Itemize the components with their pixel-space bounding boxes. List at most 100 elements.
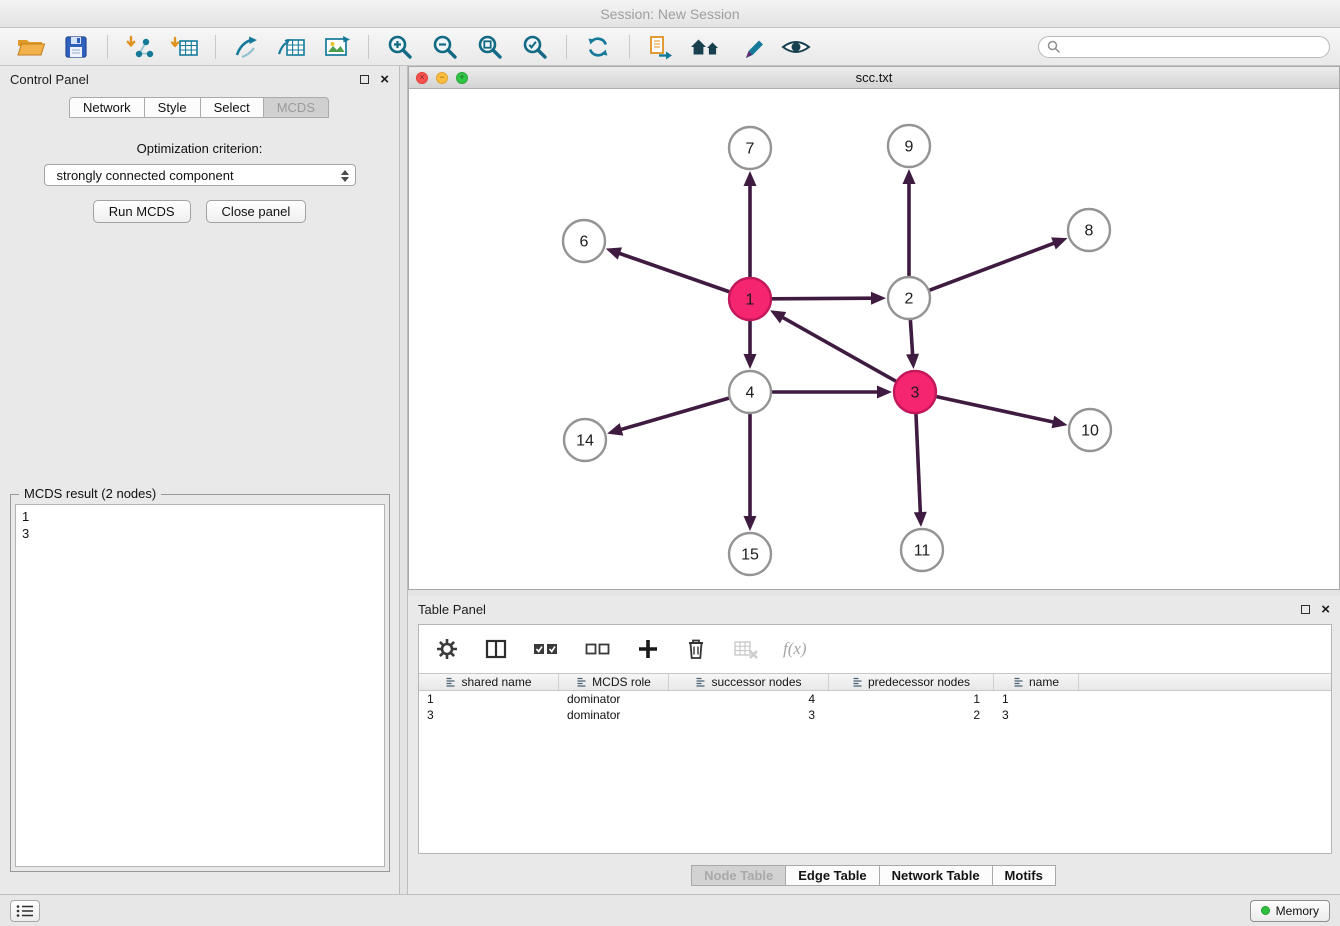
open-session-button[interactable] <box>10 31 52 63</box>
column-header-shared-name[interactable]: shared name <box>419 674 559 690</box>
edge-1-7[interactable] <box>744 171 757 277</box>
edge-3-1[interactable] <box>770 310 896 381</box>
select-all-button[interactable] <box>531 633 561 665</box>
zoom-selected-button[interactable] <box>514 31 556 63</box>
zoom-out-button[interactable] <box>424 31 466 63</box>
toolbar-separator <box>629 35 630 59</box>
unselect-all-icon <box>585 639 611 659</box>
style-brush-button[interactable] <box>730 31 772 63</box>
node-4[interactable]: 4 <box>729 371 771 413</box>
control-panel-title: Control Panel <box>10 72 89 87</box>
zoom-fit-button[interactable] <box>469 31 511 63</box>
delete-column-button[interactable] <box>683 633 709 665</box>
add-column-button[interactable] <box>635 633 661 665</box>
tab-style[interactable]: Style <box>144 97 201 118</box>
export-image-button[interactable] <box>316 31 358 63</box>
function-builder-button[interactable]: f(x) <box>783 639 807 659</box>
table-cell: 3 <box>669 707 829 723</box>
close-window-icon[interactable]: × <box>416 72 428 84</box>
select-all-icon <box>533 639 559 659</box>
close-panel-icon[interactable]: × <box>380 72 389 87</box>
tab-mcds[interactable]: MCDS <box>263 97 329 118</box>
column-header-label: MCDS role <box>592 675 651 689</box>
edge-4-15[interactable] <box>744 414 757 531</box>
node-9[interactable]: 9 <box>888 125 930 167</box>
tab-network[interactable]: Network <box>69 97 145 118</box>
network-window-title: scc.txt <box>856 70 893 85</box>
show-columns-button[interactable] <box>483 633 509 665</box>
table-row[interactable]: 1dominator411 <box>419 691 1331 707</box>
network-canvas[interactable]: 7 9 6 8 1 2 4 3 14 10 15 11 <box>409 89 1339 589</box>
search-input[interactable] <box>1066 40 1321 54</box>
node-15[interactable]: 15 <box>729 533 771 575</box>
column-header-name[interactable]: name <box>994 674 1079 690</box>
node-8[interactable]: 8 <box>1068 209 1110 251</box>
import-network-button[interactable] <box>118 31 160 63</box>
close-panel-button[interactable]: Close panel <box>206 200 307 223</box>
edge-3-11[interactable] <box>914 414 927 527</box>
node-14[interactable]: 14 <box>564 419 606 461</box>
float-panel-icon[interactable] <box>1301 605 1310 614</box>
edge-2-8[interactable] <box>930 237 1068 290</box>
minimize-window-icon[interactable]: − <box>436 72 448 84</box>
edge-1-2[interactable] <box>772 292 886 305</box>
float-panel-icon[interactable] <box>360 75 369 84</box>
brush-icon <box>738 34 764 60</box>
node-3[interactable]: 3 <box>894 371 936 413</box>
control-panel-header: Control Panel × <box>0 66 399 92</box>
tab-select[interactable]: Select <box>200 97 264 118</box>
table-cell: 1 <box>829 691 994 707</box>
save-session-button[interactable] <box>55 31 97 63</box>
column-header-label: predecessor nodes <box>868 675 970 689</box>
node-7[interactable]: 7 <box>729 127 771 169</box>
zoom-in-button[interactable] <box>379 31 421 63</box>
table-cell: dominator <box>559 691 669 707</box>
zoom-window-icon[interactable]: + <box>456 72 468 84</box>
network-overview-button[interactable] <box>685 31 727 63</box>
memory-button[interactable]: Memory <box>1250 900 1330 922</box>
export-table-button[interactable] <box>271 31 313 63</box>
tab-edge-table[interactable]: Edge Table <box>785 865 879 886</box>
tab-network-table[interactable]: Network Table <box>879 865 993 886</box>
tab-motifs[interactable]: Motifs <box>992 865 1056 886</box>
edge-1-4[interactable] <box>744 321 757 369</box>
tab-node-table[interactable]: Node Table <box>691 865 786 886</box>
edge-4-3[interactable] <box>772 386 892 399</box>
node-11[interactable]: 11 <box>901 529 943 571</box>
search-box[interactable] <box>1038 36 1330 58</box>
edge-1-6[interactable] <box>606 247 730 291</box>
column-header-successor-nodes[interactable]: successor nodes <box>669 674 829 690</box>
edge-2-9[interactable] <box>903 169 916 276</box>
node-1[interactable]: 1 <box>729 278 771 320</box>
vertical-splitter[interactable] <box>400 66 408 894</box>
network-window-titlebar[interactable]: × − + scc.txt <box>409 67 1339 89</box>
select-stepper-icon <box>338 167 352 185</box>
table-mode-button[interactable] <box>433 633 461 665</box>
unselect-all-button[interactable] <box>583 633 613 665</box>
column-header-label: successor nodes <box>711 675 801 689</box>
refresh-view-button[interactable] <box>577 31 619 63</box>
import-table-button[interactable] <box>163 31 205 63</box>
mcds-result-list[interactable]: 13 <box>15 504 385 867</box>
column-header-MCDS-role[interactable]: MCDS role <box>559 674 669 690</box>
node-label: 15 <box>741 547 759 564</box>
task-history-button[interactable] <box>10 900 40 922</box>
run-mcds-button[interactable]: Run MCDS <box>93 200 191 223</box>
edge-4-14[interactable] <box>607 398 729 435</box>
node-10[interactable]: 10 <box>1069 409 1111 451</box>
edge-2-3[interactable] <box>906 320 919 369</box>
edge-3-10[interactable] <box>936 397 1067 429</box>
control-panel: Control Panel × NetworkStyleSelectMCDS O… <box>0 66 400 894</box>
delete-table-button <box>731 633 761 665</box>
network-view-window: × − + scc.txt 7 9 6 8 1 2 4 3 14 10 15 11 <box>408 66 1340 590</box>
network-graph[interactable]: 7 9 6 8 1 2 4 3 14 10 15 11 <box>409 89 1339 589</box>
node-6[interactable]: 6 <box>563 220 605 262</box>
toggle-details-button[interactable] <box>775 31 817 63</box>
node-2[interactable]: 2 <box>888 277 930 319</box>
table-row[interactable]: 3dominator323 <box>419 707 1331 723</box>
close-panel-icon[interactable]: × <box>1321 602 1330 617</box>
copy-style-button[interactable] <box>640 31 682 63</box>
column-header-predecessor-nodes[interactable]: predecessor nodes <box>829 674 994 690</box>
criterion-select[interactable]: strongly connected component <box>44 164 356 186</box>
export-network-button[interactable] <box>226 31 268 63</box>
